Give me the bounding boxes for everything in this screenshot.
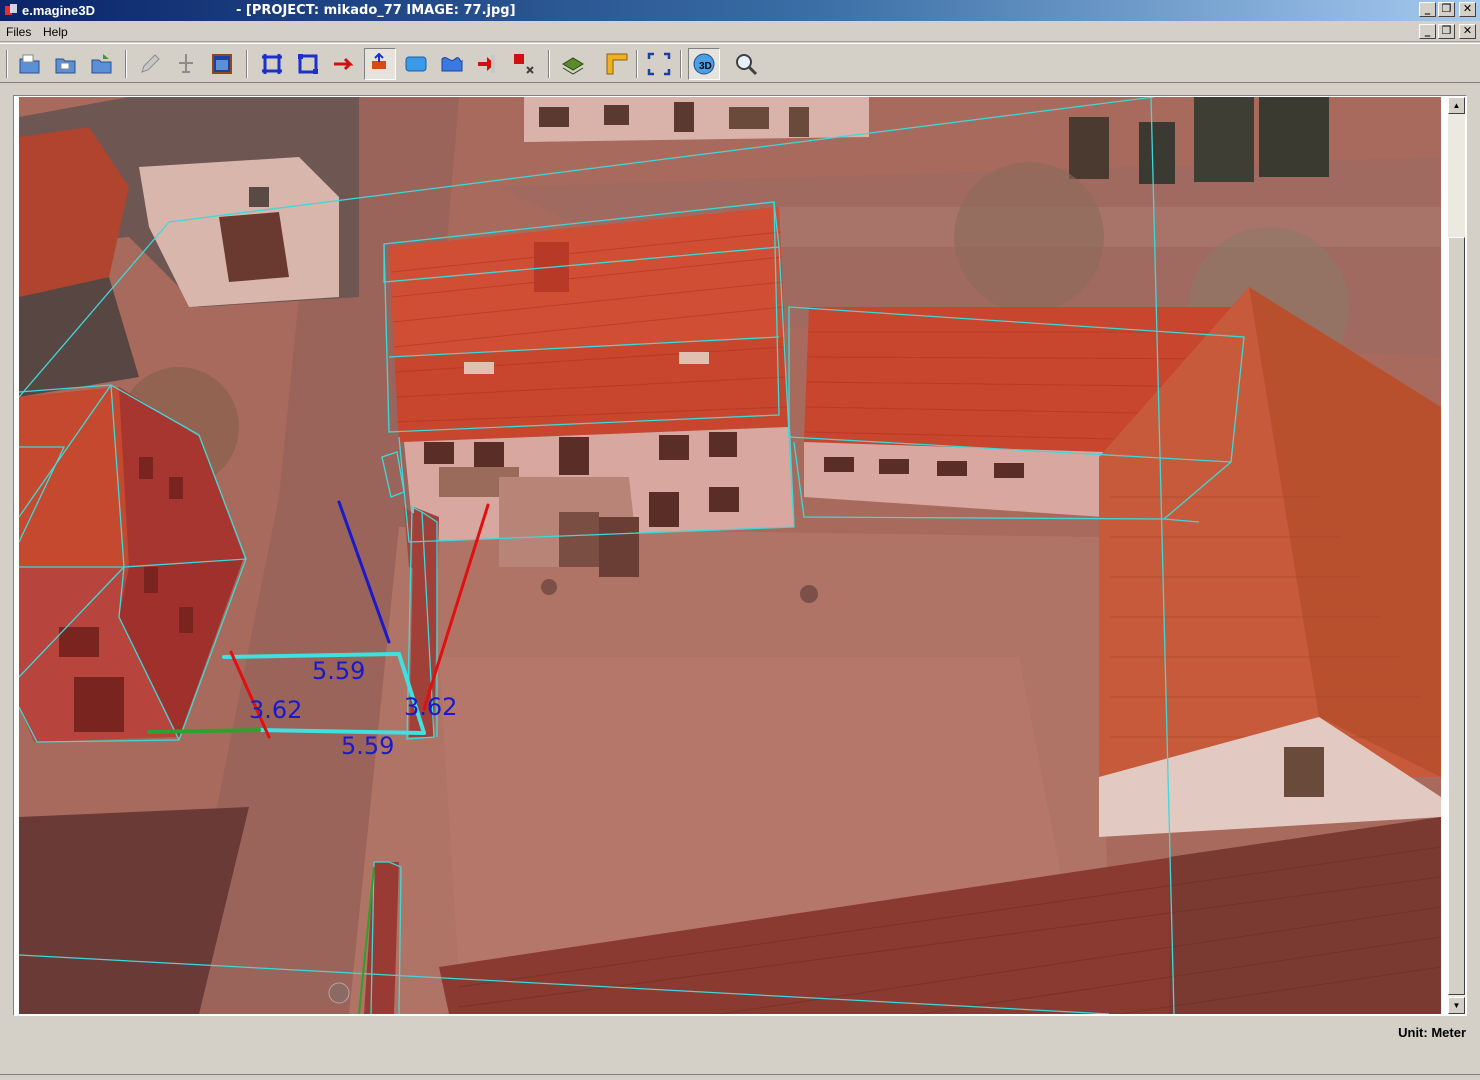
child-minimize-button[interactable]: _ bbox=[1419, 24, 1436, 39]
layers-button[interactable] bbox=[557, 48, 589, 80]
scroll-thumb[interactable] bbox=[1448, 237, 1465, 995]
status-bar bbox=[0, 1074, 1480, 1080]
measurement-right-height: 3.62 bbox=[404, 693, 457, 721]
minimize-button[interactable]: _ bbox=[1419, 2, 1436, 17]
open-folder-button[interactable] bbox=[14, 48, 46, 80]
hand-pointer-button[interactable] bbox=[472, 48, 504, 80]
bounding-box-button[interactable] bbox=[256, 48, 288, 80]
restore-button[interactable]: ❐ bbox=[1438, 2, 1455, 17]
open-project-button[interactable] bbox=[86, 48, 118, 80]
fit-screen-icon bbox=[647, 52, 671, 76]
ruler-button[interactable] bbox=[601, 48, 633, 80]
red-arrow-icon bbox=[334, 57, 354, 71]
blue-rect-button[interactable] bbox=[400, 48, 432, 80]
image-viewport[interactable]: 5.59 3.62 3.62 5.59 ▲ ▼ bbox=[13, 95, 1467, 1016]
window-icon bbox=[212, 54, 232, 74]
ruler-icon bbox=[606, 53, 628, 75]
bounding-box-icon bbox=[262, 54, 282, 74]
aerial-photo[interactable]: 5.59 3.62 3.62 5.59 bbox=[19, 97, 1441, 1014]
title-bar: e.magine3D - [PROJECT: mikado_77 IMAGE: … bbox=[0, 0, 1480, 21]
app-icon bbox=[5, 4, 17, 15]
open-folder-icon bbox=[19, 54, 40, 74]
pencil-button[interactable] bbox=[134, 48, 166, 80]
folder-icon bbox=[55, 58, 76, 74]
app-name: e.magine3D bbox=[22, 3, 95, 18]
svg-text:3D: 3D bbox=[699, 61, 712, 72]
aerial-photo-canvas[interactable]: 5.59 3.62 3.62 5.59 bbox=[19, 97, 1441, 1014]
move-tool-button[interactable] bbox=[364, 48, 396, 80]
vertical-scrollbar[interactable]: ▲ ▼ bbox=[1448, 97, 1465, 1014]
red-arrow-button[interactable] bbox=[328, 48, 360, 80]
layers-icon bbox=[562, 57, 584, 75]
folder-button[interactable] bbox=[50, 48, 82, 80]
pin-icon bbox=[179, 54, 193, 73]
window-title: - [PROJECT: mikado_77 IMAGE: 77.jpg] bbox=[236, 3, 516, 18]
box-select-icon bbox=[298, 54, 318, 74]
corner-tool-button[interactable] bbox=[508, 48, 540, 80]
fit-screen-button[interactable] bbox=[643, 48, 675, 80]
view-3d-button[interactable]: 3D bbox=[688, 48, 720, 80]
close-button[interactable]: ✕ bbox=[1459, 2, 1476, 17]
unit-label: Unit: Meter bbox=[1398, 1025, 1466, 1040]
blue-rect-icon bbox=[405, 56, 427, 72]
window-button[interactable] bbox=[206, 48, 238, 80]
zoom-button[interactable] bbox=[730, 48, 762, 80]
child-restore-button[interactable]: ❐ bbox=[1438, 24, 1455, 39]
move-tool-icon bbox=[372, 52, 386, 69]
hand-pointer-icon bbox=[478, 55, 495, 73]
open-project-icon bbox=[91, 54, 112, 74]
menu-files[interactable]: Files bbox=[6, 25, 31, 39]
view-3d-icon: 3D bbox=[693, 53, 715, 75]
pencil-icon bbox=[141, 54, 160, 73]
measurement-top-width: 5.59 bbox=[312, 657, 365, 685]
scroll-up-button[interactable]: ▲ bbox=[1448, 97, 1465, 114]
menu-help[interactable]: Help bbox=[43, 25, 68, 39]
scroll-down-button[interactable]: ▼ bbox=[1448, 997, 1465, 1014]
zoom-icon bbox=[736, 54, 758, 76]
pin-button[interactable] bbox=[170, 48, 202, 80]
box-select-button[interactable] bbox=[292, 48, 324, 80]
toolbar: 3D bbox=[0, 43, 1480, 83]
menu-bar: Files Help _ ❐ ✕ bbox=[0, 21, 1480, 42]
wave-button[interactable] bbox=[436, 48, 468, 80]
corner-tool-icon bbox=[514, 54, 534, 74]
measurement-left-height: 3.62 bbox=[249, 696, 302, 724]
wave-icon bbox=[441, 57, 463, 72]
measurement-bottom-width: 5.59 bbox=[341, 732, 394, 760]
child-close-button[interactable]: ✕ bbox=[1459, 24, 1476, 39]
